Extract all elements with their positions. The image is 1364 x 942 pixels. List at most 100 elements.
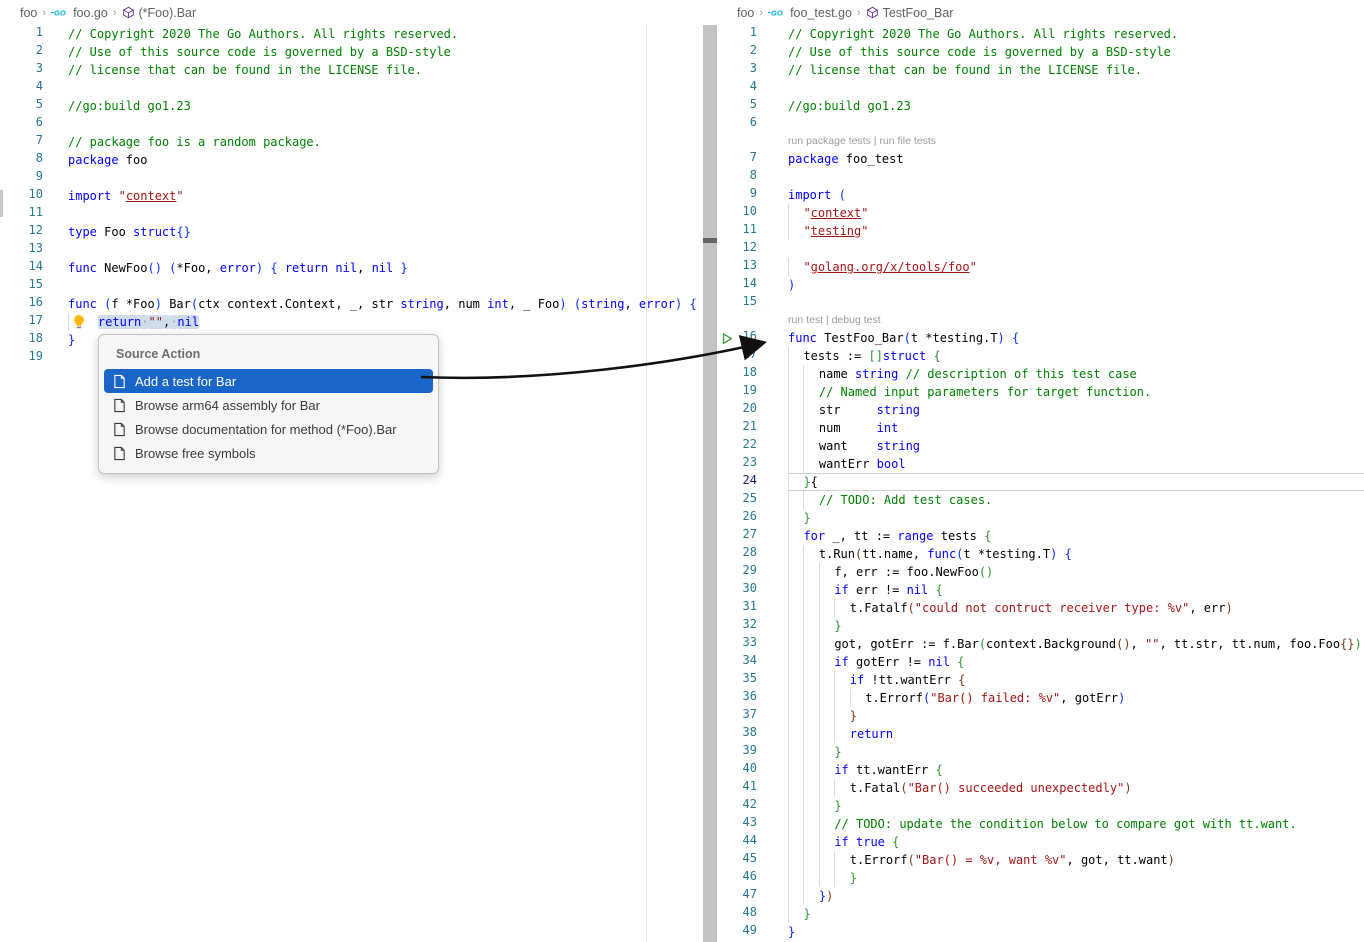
code-line-10[interactable]: 10"context"	[717, 204, 1364, 222]
line-number[interactable]: 18	[0, 331, 43, 349]
code-line-39[interactable]: 39}	[717, 743, 1364, 761]
line-number[interactable]: 39	[717, 743, 757, 761]
code-text[interactable]: t.Errorf("Bar() = %v, want %v", got, tt.…	[788, 851, 1364, 869]
editor-sash[interactable]	[703, 25, 717, 942]
line-number[interactable]: 27	[717, 527, 757, 545]
line-number[interactable]: 24	[717, 473, 757, 491]
code-text[interactable]: func TestFoo_Bar(t *testing.T) {	[788, 329, 1364, 347]
code-line-14[interactable]: 14func NewFoo() (*Foo, error) { return n…	[0, 259, 702, 277]
line-number[interactable]: 19	[0, 349, 43, 367]
code-text[interactable]: // Copyright 2020 The Go Authors. All ri…	[788, 25, 1364, 43]
code-line-7[interactable]: 7// package foo is a random package.	[0, 133, 702, 151]
line-number[interactable]: 18	[717, 365, 757, 383]
code-text[interactable]: t.Fatal("Bar() succeeded unexpectedly")	[788, 779, 1364, 797]
code-text[interactable]: // TODO: update the condition below to c…	[788, 815, 1364, 833]
code-line-22[interactable]: 22 want string	[717, 437, 1364, 455]
line-number[interactable]: 22	[717, 437, 757, 455]
line-number[interactable]: 31	[717, 599, 757, 617]
code-text[interactable]: package foo_test	[788, 150, 1364, 168]
code-line-28[interactable]: 28 t.Run(tt.name, func(t *testing.T) {	[717, 545, 1364, 563]
code-line-49[interactable]: 49}	[717, 923, 1364, 941]
breadcrumb-left-item-1[interactable]: GOfoo.go	[51, 6, 108, 20]
code-line-11[interactable]: 11"testing"	[717, 222, 1364, 240]
line-number[interactable]: 1	[717, 25, 757, 43]
code-line-12[interactable]: 12type Foo struct{}	[0, 223, 702, 241]
line-number[interactable]: 17	[0, 313, 43, 331]
code-line-6[interactable]: 6	[0, 115, 702, 133]
line-number[interactable]: 13	[0, 241, 43, 259]
code-text[interactable]: // Use of this source code is governed b…	[68, 43, 702, 61]
code-line-35[interactable]: 35if !tt.wantErr {	[717, 671, 1364, 689]
code-text[interactable]: func (f *Foo) Bar(ctx context.Context, _…	[68, 295, 702, 313]
code-line-9[interactable]: 9	[0, 169, 702, 187]
line-number[interactable]: 38	[717, 725, 757, 743]
line-number[interactable]: 34	[717, 653, 757, 671]
code-text[interactable]: t.Run(tt.name, func(t *testing.T) {	[788, 545, 1364, 563]
code-text[interactable]: want string	[788, 437, 1364, 455]
code-text[interactable]: )	[788, 276, 1364, 294]
code-line-4[interactable]: 4	[0, 79, 702, 97]
line-number[interactable]: 25	[717, 491, 757, 509]
line-number[interactable]: 5	[717, 97, 757, 115]
menu-item-0[interactable]: Add a test for Bar	[104, 369, 433, 393]
line-number[interactable]: 47	[717, 887, 757, 905]
code-line-16[interactable]: 16func TestFoo_Bar(t *testing.T) {	[717, 329, 1364, 347]
code-line-33[interactable]: 33got, gotErr := f.Bar(context.Backgroun…	[717, 635, 1364, 653]
code-line-6[interactable]: 6	[717, 115, 1364, 133]
line-number[interactable]: 19	[717, 383, 757, 401]
line-number[interactable]: 46	[717, 869, 757, 887]
codelens-text[interactable]: run package tests | run file tests	[788, 133, 1364, 150]
code-line-12[interactable]: 12	[717, 240, 1364, 258]
line-number[interactable]: 14	[717, 276, 757, 294]
code-text[interactable]: package foo	[68, 151, 702, 169]
code-line-26[interactable]: 26}	[717, 509, 1364, 527]
code-text[interactable]: })	[788, 887, 1364, 905]
line-number[interactable]: 8	[717, 168, 757, 186]
line-number[interactable]: 29	[717, 563, 757, 581]
code-text[interactable]: num int	[788, 419, 1364, 437]
code-text[interactable]: func NewFoo() (*Foo, error) { return nil…	[68, 259, 702, 277]
code-line-8[interactable]: 8	[717, 168, 1364, 186]
code-text[interactable]: // package foo is a random package.	[68, 133, 702, 151]
line-number[interactable]: 28	[717, 545, 757, 563]
code-line-13[interactable]: 13"golang.org/x/tools/foo"	[717, 258, 1364, 276]
line-number[interactable]: 42	[717, 797, 757, 815]
breadcrumb-right-item-0[interactable]: foo	[737, 6, 754, 20]
code-text[interactable]	[68, 79, 702, 97]
line-number[interactable]: 3	[0, 61, 43, 79]
code-text[interactable]	[788, 168, 1364, 186]
code-text[interactable]: }	[788, 869, 1364, 887]
code-text[interactable]: name string // description of this test …	[788, 365, 1364, 383]
code-line-21[interactable]: 21num int	[717, 419, 1364, 437]
code-line-27[interactable]: 27for _, tt := range tests {	[717, 527, 1364, 545]
line-number[interactable]: 8	[0, 151, 43, 169]
code-area-foo-go[interactable]: 1// Copyright 2020 The Go Authors. All r…	[0, 25, 702, 367]
code-line-3[interactable]: 3// license that can be found in the LIC…	[717, 61, 1364, 79]
line-number[interactable]: 1	[0, 25, 43, 43]
code-line-29[interactable]: 29f, err := foo.NewFoo()	[717, 563, 1364, 581]
code-line-1[interactable]: 1// Copyright 2020 The Go Authors. All r…	[0, 25, 702, 43]
code-line-34[interactable]: 34if gotErr != nil {	[717, 653, 1364, 671]
code-line-31[interactable]: 31t.Fatalf("could not contruct receiver …	[717, 599, 1364, 617]
code-line-18[interactable]: 18 name string // description of this tes…	[717, 365, 1364, 383]
code-text[interactable]	[788, 79, 1364, 97]
line-number[interactable]: 11	[717, 222, 757, 240]
code-text[interactable]	[68, 169, 702, 187]
code-text[interactable]	[68, 277, 702, 295]
code-line-2[interactable]: 2// Use of this source code is governed …	[717, 43, 1364, 61]
line-number[interactable]: 17	[717, 347, 757, 365]
line-number[interactable]: 15	[717, 294, 757, 312]
code-line-25[interactable]: 25// TODO: Add test cases.	[717, 491, 1364, 509]
breadcrumb-left-item-0[interactable]: foo	[20, 6, 37, 20]
line-number[interactable]: 3	[717, 61, 757, 79]
line-number[interactable]: 4	[0, 79, 43, 97]
line-number[interactable]: 2	[0, 43, 43, 61]
code-text[interactable]: if !tt.wantErr {	[788, 671, 1364, 689]
code-text[interactable]: // Named input parameters for target fun…	[788, 383, 1364, 401]
code-text[interactable]: // Use of this source code is governed b…	[788, 43, 1364, 61]
code-text[interactable]: //go:build go1.23	[68, 97, 702, 115]
line-number[interactable]: 4	[717, 79, 757, 97]
line-number[interactable]: 7	[717, 150, 757, 168]
code-line-43[interactable]: 43// TODO: update the condition below to…	[717, 815, 1364, 833]
code-line-5[interactable]: 5//go:build go1.23	[0, 97, 702, 115]
